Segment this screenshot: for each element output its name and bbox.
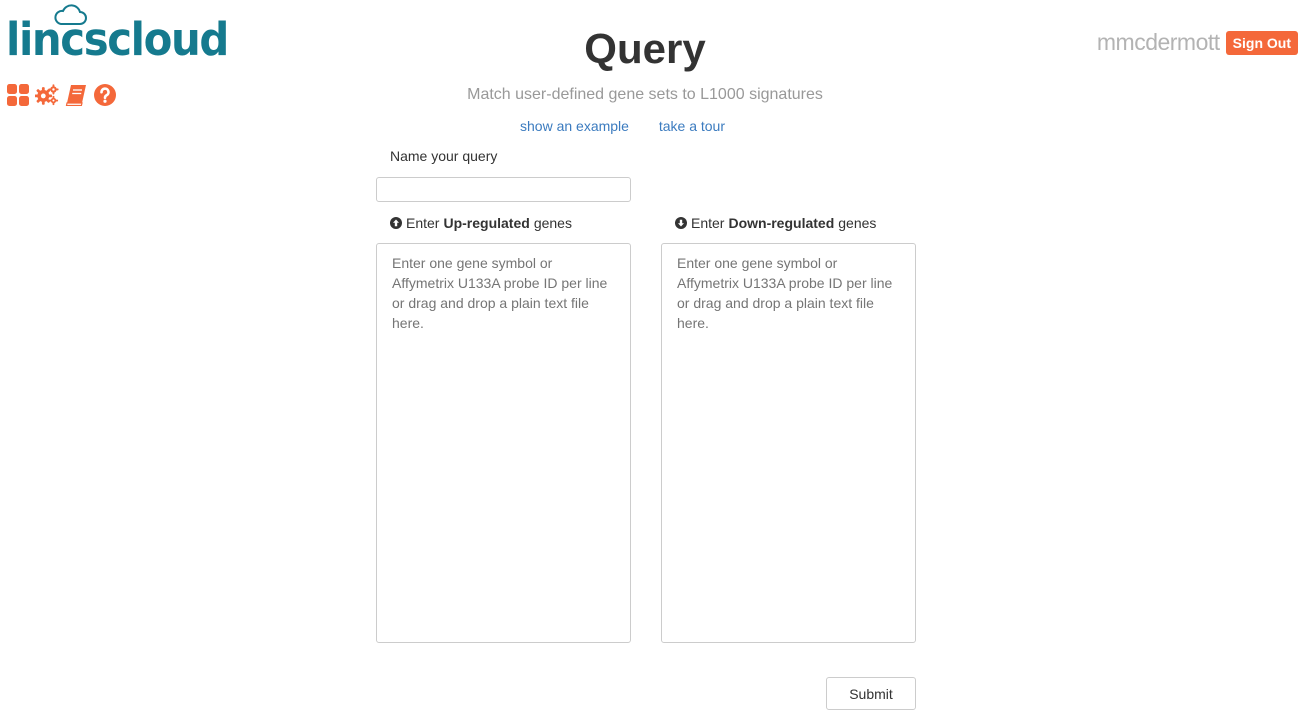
take-tour-link[interactable]: take a tour: [659, 118, 725, 134]
page-title: Query: [584, 25, 706, 72]
down-genes-prefix: Enter: [691, 215, 725, 231]
down-genes-label: Enter Down-regulated genes: [675, 215, 876, 231]
up-genes-bold: Up-regulated: [443, 215, 530, 231]
up-genes-textarea[interactable]: [376, 243, 631, 643]
help-links: show an example take a tour: [520, 118, 725, 134]
show-example-link[interactable]: show an example: [520, 118, 629, 134]
up-genes-prefix: Enter: [406, 215, 440, 231]
down-genes-textarea[interactable]: [661, 243, 916, 643]
submit-button[interactable]: Submit: [826, 677, 916, 710]
up-genes-suffix: genes: [533, 215, 572, 231]
page-subtitle: Match user-defined gene sets to L1000 si…: [467, 86, 823, 103]
down-genes-bold: Down-regulated: [728, 215, 835, 231]
up-genes-label: Enter Up-regulated genes: [390, 215, 572, 231]
arrow-down-circle-icon: [675, 217, 687, 229]
query-name-input[interactable]: [376, 177, 631, 202]
down-genes-suffix: genes: [838, 215, 877, 231]
query-name-label: Name your query: [390, 148, 498, 164]
arrow-up-circle-icon: [390, 217, 402, 229]
